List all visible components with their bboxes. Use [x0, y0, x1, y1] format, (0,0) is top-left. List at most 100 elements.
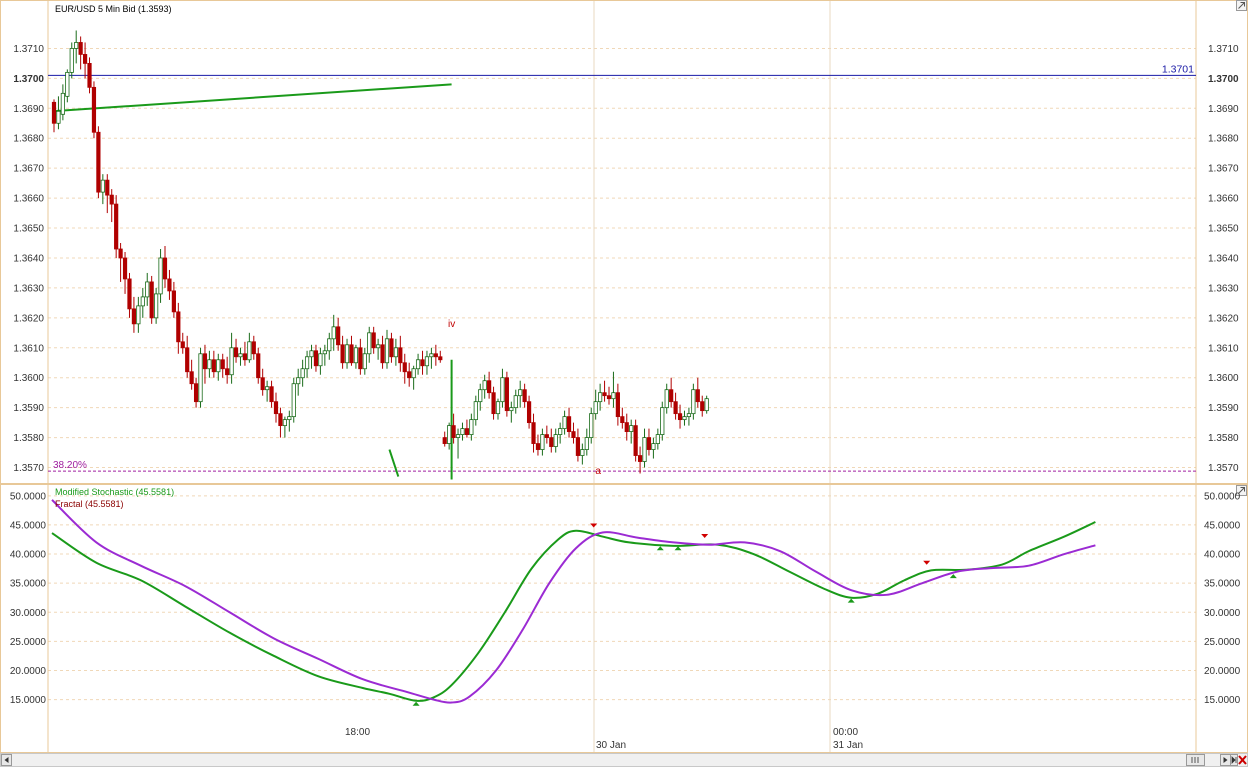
scroll-thumb[interactable]	[1186, 754, 1205, 766]
candle-body-down	[389, 338, 394, 358]
y-tick-label: 25.0000	[1204, 637, 1241, 648]
candle-body-up	[207, 359, 212, 370]
y-tick-label: 35.0000	[1204, 579, 1241, 590]
candle-body-up	[629, 425, 634, 433]
candle-body-down	[695, 389, 700, 403]
candle-body-down	[620, 416, 625, 424]
y-tick-label: 20.0000	[1204, 666, 1241, 677]
candle-body-up	[300, 368, 305, 379]
candle-body-up	[424, 356, 430, 367]
candle-body-down	[637, 455, 643, 462]
candle-body-down	[398, 347, 403, 364]
candle-body-up	[265, 386, 270, 391]
candle-body-up	[660, 407, 665, 435]
y-tick-label: 25.0000	[10, 637, 47, 648]
candle-body-up	[584, 437, 589, 450]
candle	[114, 195, 119, 258]
candle-body-down	[544, 434, 549, 438]
y-tick-label: 1.3600	[1208, 373, 1239, 384]
candle-body-down	[87, 63, 92, 88]
candle-body-up	[154, 293, 159, 319]
y-tick-label: 1.3680	[13, 134, 44, 145]
y-tick-label: 30.0000	[10, 608, 47, 619]
candle-body-up	[327, 338, 332, 352]
candle-body-up	[509, 407, 514, 412]
candle-body-down	[526, 401, 532, 424]
candle-body-down	[349, 344, 354, 364]
y-tick-label: 1.3590	[1208, 403, 1239, 414]
candle-body-up	[100, 179, 105, 193]
y-tick-label: 1.3660	[1208, 194, 1239, 205]
y-tick-label: 50.0000	[1204, 491, 1241, 502]
candle-body-up	[140, 296, 145, 307]
candle-body-up	[309, 350, 314, 358]
candle-body-down	[131, 308, 137, 325]
candle-body-up	[287, 416, 292, 421]
wave-label: iv	[448, 319, 455, 330]
candle-body-down	[260, 377, 265, 391]
candle-body-down	[491, 392, 496, 415]
candle-body-down	[371, 332, 376, 349]
fib-level-label: 38.20%	[53, 460, 87, 471]
candle-body-up	[611, 392, 616, 400]
scroll-left-button[interactable]	[1, 754, 12, 766]
candle-body-up	[238, 353, 243, 358]
candle-body-up	[447, 425, 452, 444]
y-tick-label: 1.3640	[1208, 253, 1239, 264]
candle-body-down	[451, 425, 456, 438]
candle-body-down	[193, 383, 199, 403]
candle-body-down	[189, 371, 194, 385]
y-tick-label: 35.0000	[10, 579, 47, 590]
y-tick-label: 1.3650	[1208, 224, 1239, 235]
y-tick-label: 1.3570	[13, 463, 44, 474]
candle-body-down	[633, 425, 638, 456]
candle-body-up	[482, 380, 487, 391]
candle	[96, 126, 101, 199]
candle-body-up	[642, 437, 647, 462]
candle-body-down	[96, 131, 101, 193]
candle-body-down	[464, 428, 470, 435]
candle-body-down	[504, 377, 509, 412]
candle-body-up	[469, 419, 474, 435]
candle-body-up	[580, 449, 585, 456]
candle-body-up	[691, 389, 696, 415]
candle-body-up	[344, 344, 350, 364]
candle-body-up	[478, 389, 483, 403]
candle-body-down	[549, 437, 554, 447]
y-tick-label: 1.3610	[1208, 343, 1239, 354]
legend-fractal: Fractal (45.5581)	[55, 499, 124, 509]
y-tick-label: 1.3710	[13, 44, 44, 55]
candle-body-up	[598, 392, 603, 403]
y-tick-label: 15.0000	[10, 695, 47, 706]
y-tick-label: 1.3700	[13, 74, 44, 85]
candle	[149, 275, 154, 324]
candle-body-up	[367, 332, 372, 355]
y-tick-label: 1.3650	[13, 224, 44, 235]
candle-body-down	[273, 401, 279, 415]
y-tick-label: 1.3580	[13, 433, 44, 444]
scroll-right-button[interactable]	[1220, 754, 1231, 766]
forex-chart[interactable]: 1.3710 1.3700 1.3690 1.3680 1.3670 1.3660 1.36…	[0, 0, 1248, 767]
y-tick-label: 1.3630	[1208, 283, 1239, 294]
candle-body-down	[180, 341, 185, 349]
candle-body-down	[420, 359, 425, 367]
y-tick-label: 40.0000	[10, 550, 47, 561]
candle-body-down	[336, 326, 341, 346]
candle-body-up	[540, 434, 545, 450]
candle-body-up	[296, 377, 301, 385]
y-tick-label: 1.3630	[13, 283, 44, 294]
scroll-end-button[interactable]	[1230, 754, 1238, 766]
candle-body-up	[56, 110, 61, 124]
chart-title: EUR/USD 5 Min Bid (1.3593)	[55, 4, 172, 14]
y-tick-label: 1.3690	[13, 104, 44, 115]
candle-body-up	[74, 42, 79, 49]
candle	[633, 419, 638, 462]
candle-body-down	[531, 422, 536, 444]
horizontal-scrollbar[interactable]	[0, 753, 1248, 767]
candle-body-up	[376, 344, 381, 349]
candle	[198, 347, 203, 408]
maximize-panel-button[interactable]	[1236, 0, 1247, 11]
candle-body-up	[553, 434, 558, 447]
candle-body-down	[380, 344, 385, 364]
candle-body-up	[69, 48, 74, 73]
